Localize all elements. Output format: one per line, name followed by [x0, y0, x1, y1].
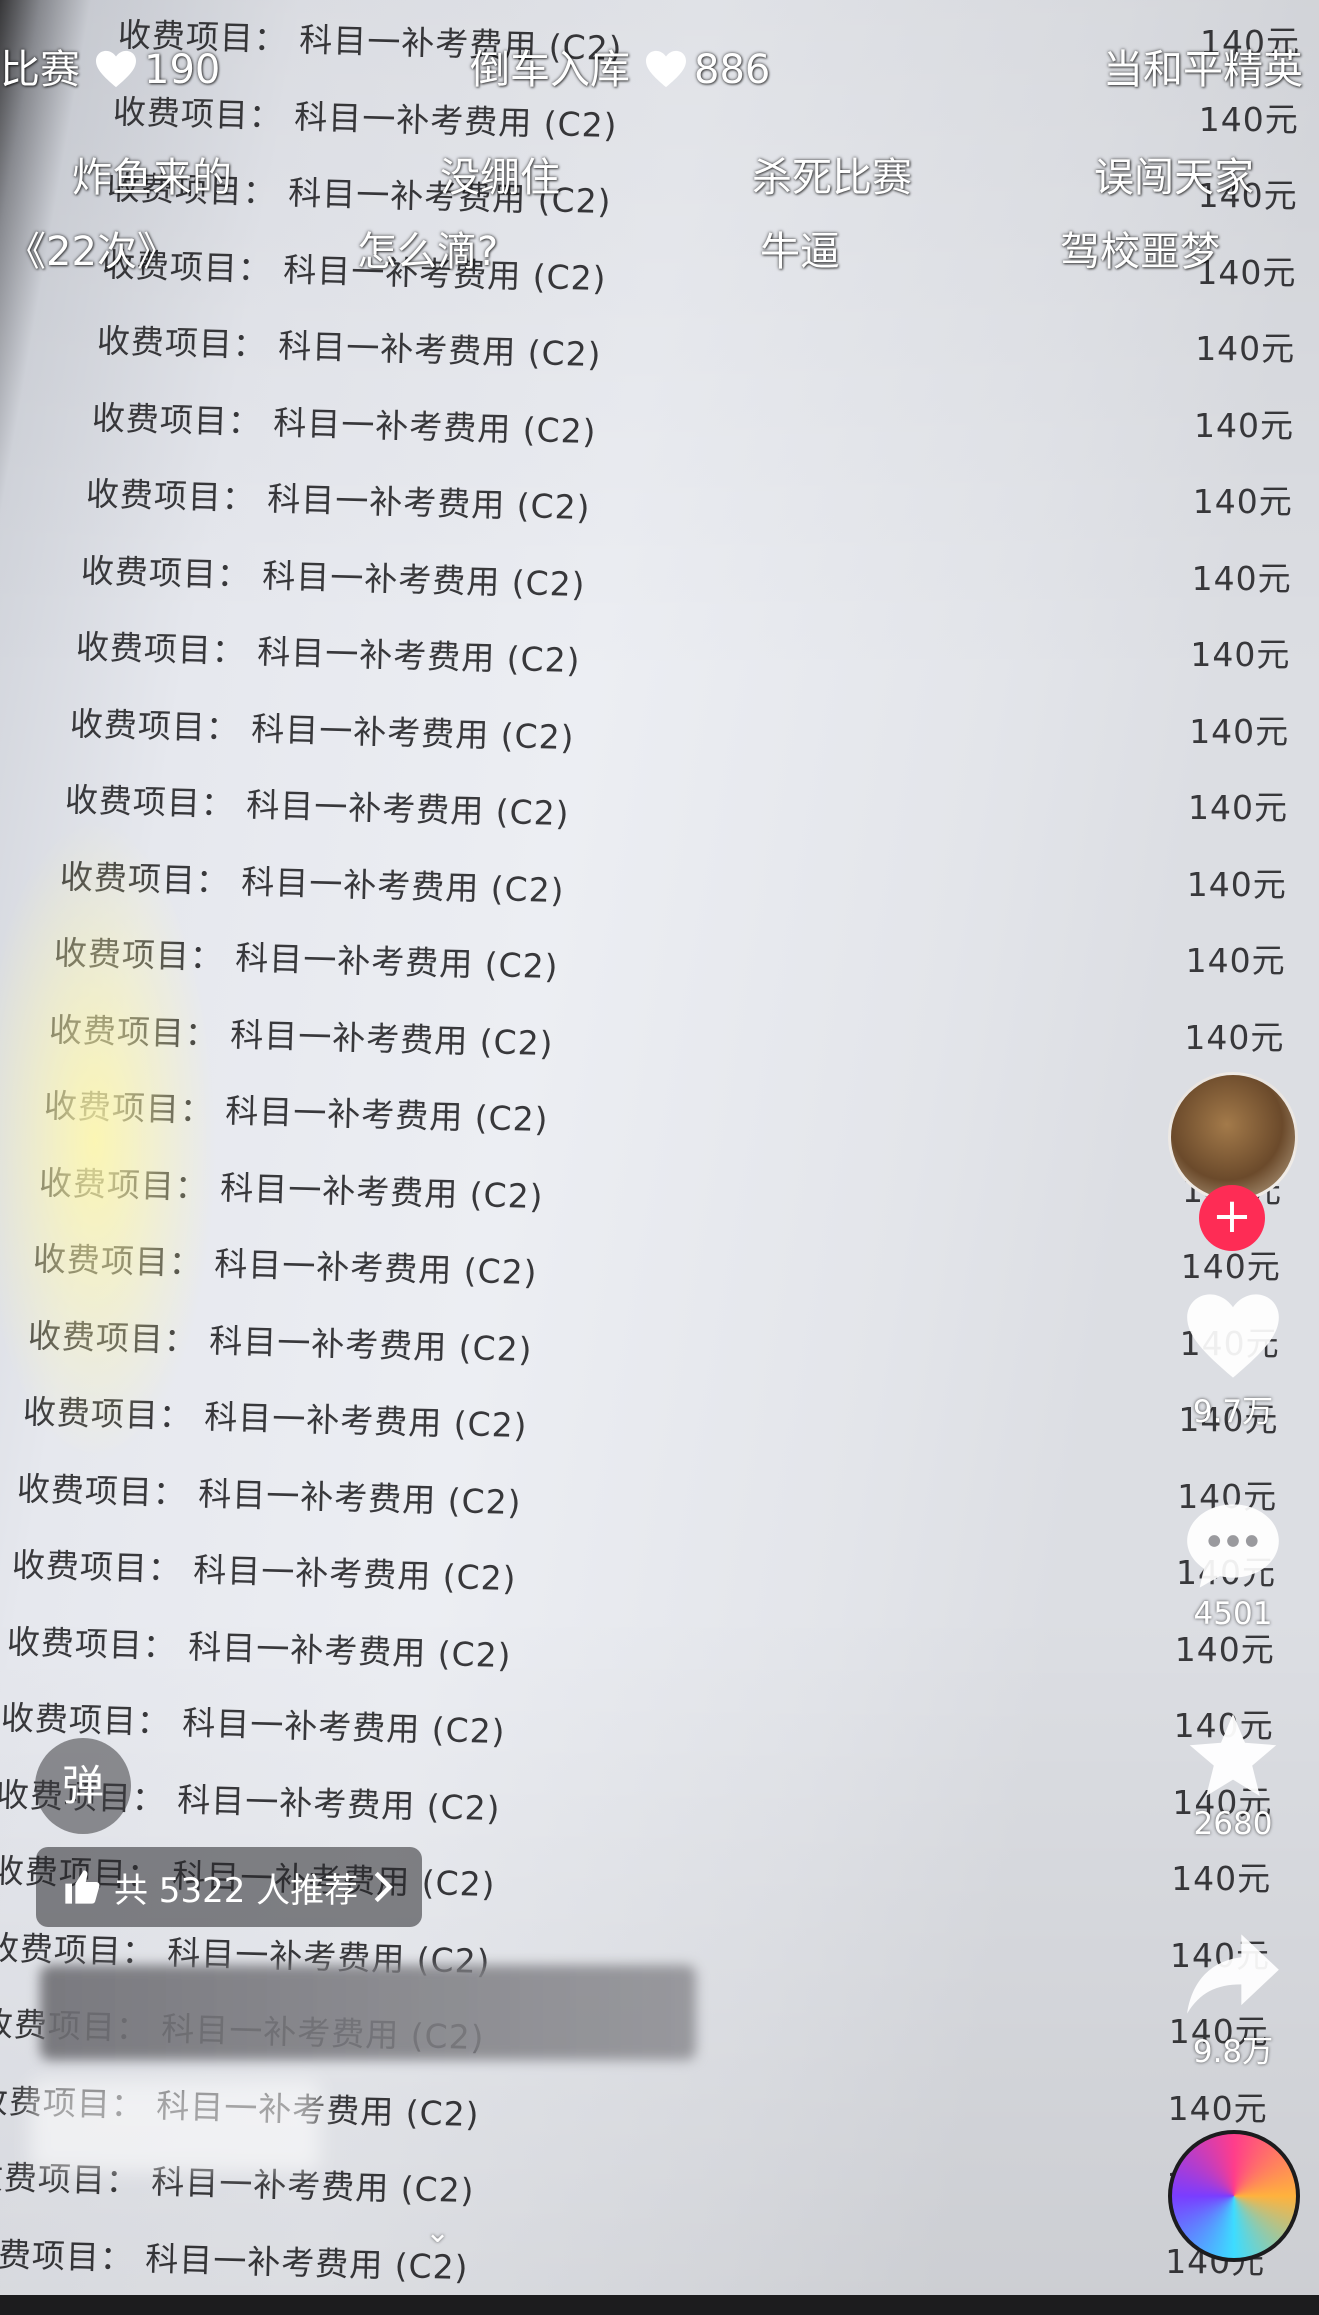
danmaku-comment: 当和平精英: [1103, 47, 1303, 93]
danmaku-comment: 炸鱼来的: [72, 155, 232, 201]
danmaku-comment: 倒车入库 886: [470, 46, 770, 94]
receipt-item-label: 收费项目： 科目一补考费用 (C2): [27, 1315, 533, 1369]
receipt-item-label: 收费项目： 科目一补考费用 (C2): [53, 933, 560, 987]
comment-count: 4501: [1193, 1596, 1273, 1632]
danmaku-comment: 比赛 190: [0, 46, 220, 94]
receipt-item-label: 收费项目： 科目一补考费用 (C2): [16, 1468, 523, 1522]
author-avatar[interactable]: [1168, 1072, 1298, 1202]
share-button[interactable]: 9.8万: [1168, 1930, 1298, 2071]
receipt-row: 收费项目： 科目一补考费用 (C2) 140元: [0, 467, 1319, 527]
progress-track[interactable]: [0, 2295, 1319, 2315]
follow-button[interactable]: +: [1199, 1185, 1265, 1251]
recommend-text: 共 5322 人推荐: [114, 1870, 359, 1911]
share-count: 9.8万: [1192, 2034, 1274, 2070]
receipt-item-label: 收费项目： 科目一补考费用 (C2): [43, 1086, 549, 1140]
receipt-item-amount: 140元: [1171, 1859, 1272, 1898]
share-icon: [1187, 1934, 1279, 2014]
recommend-bar[interactable]: 共 5322 人推荐: [36, 1847, 423, 1927]
receipt-item-amount: 140元: [1185, 941, 1286, 980]
receipt-item-label: 收费项目： 科目一补考费用 (C2): [101, 244, 608, 298]
thumbs-up-icon: [65, 1870, 100, 1904]
danmaku-comment: 误闯天家: [1094, 155, 1254, 201]
favorite-count: 2680: [1193, 1806, 1273, 1842]
receipt-row: 收费项目： 科目一补考费用 (C2) 140元: [0, 620, 1319, 680]
chevron-down-icon[interactable]: ⌄: [425, 2215, 450, 2250]
receipt-item-amount: 140元: [1167, 2088, 1268, 2128]
danmaku-comment: 《22次》: [6, 229, 177, 275]
receipt-row: 收费项目： 科目一补考费用 (C2) 140元: [0, 773, 1319, 833]
danmaku-comment: 没绷住: [440, 155, 560, 201]
receipt-item-amount: 140元: [1188, 788, 1288, 827]
receipt-row: 收费项目： 科目一补考费用 (C2) 140元: [0, 850, 1319, 910]
danmaku-comment: 杀死比赛: [752, 155, 912, 201]
receipt-row: 收费项目： 科目一补考费用 (C2)140元: [0, 1309, 1319, 1369]
receipt-item-label: 收费项目： 科目一补考费用 (C2): [74, 627, 581, 681]
receipt-row: 收费项目： 科目一补考费用 (C2)140元: [0, 1156, 1319, 1216]
receipt-item-amount: 140元: [1191, 558, 1292, 598]
danmaku-like-count: 190: [144, 47, 221, 93]
receipt-item-amount: 140元: [1194, 405, 1294, 445]
like-button[interactable]: 9.7万: [1168, 1290, 1298, 1431]
receipt-item-label: 收费项目： 科目一补考费用 (C2): [37, 1162, 544, 1216]
receipt-row: 收费项目： 科目一补考费用 (C2) 140元: [0, 391, 1319, 451]
danmaku-text: 比赛: [0, 47, 80, 93]
receipt-item-label: 收费项目： 科目一补考费用 (C2): [32, 1239, 539, 1293]
favorite-button[interactable]: 2680: [1168, 1710, 1298, 1842]
receipt-item-label: 收费项目： 科目一补考费用 (C2): [59, 856, 565, 910]
chevron-right-icon: [374, 1871, 394, 1903]
receipt-item-label: 收费项目： 科目一补考费用 (C2): [85, 474, 592, 528]
music-disc[interactable]: [1168, 2130, 1300, 2262]
heart-icon: [646, 50, 686, 88]
receipt-item-label: 收费项目： 科目一补考费用 (C2): [11, 1545, 518, 1599]
receipt-item-label: 收费项目： 科目一补考费用 (C2): [64, 780, 571, 834]
receipt-row: 收费项目： 科目一补考费用 (C2)140元: [0, 1691, 1319, 1751]
video-frame[interactable]: 收费项目： 科目一补考费用 (C2) 140元 收费项目： 科目一补考费用 (C2)…: [0, 0, 1319, 2295]
receipt-row: 收费项目： 科目一补考费用 (C2)140元: [0, 1462, 1319, 1522]
receipt-item-label: 收费项目： 科目一补考费用 (C2): [90, 397, 597, 451]
like-count: 9.7万: [1192, 1394, 1274, 1430]
receipt-item-label: 收费项目： 科目一补考费用 (C2): [80, 550, 586, 604]
receipt-row: 收费项目： 科目一补考费用 (C2)140元: [0, 1615, 1319, 1675]
receipt-item-amount: 140元: [1190, 635, 1291, 674]
danmaku-comment: 驾校噩梦: [1060, 229, 1220, 275]
danmaku-comment: 怎么滴?: [357, 229, 499, 275]
danmaku-text: 倒车入库: [470, 47, 630, 93]
receipt-item-amount: 140元: [1192, 482, 1293, 521]
receipt-row: 收费项目： 科目一补考费用 (C2) 140元: [0, 314, 1319, 374]
receipt-row: 收费项目： 科目一补考费用 (C2)140元: [0, 1232, 1319, 1292]
heart-icon: [1187, 1294, 1279, 1378]
video-description[interactable]: [30, 2080, 320, 2172]
receipt-item-amount: 140元: [1189, 711, 1290, 751]
receipt-item-amount: 140元: [1186, 864, 1287, 904]
receipt-item-amount: 140元: [1195, 329, 1296, 368]
star-icon: [1189, 1714, 1277, 1796]
heart-icon: [96, 50, 136, 88]
plus-icon: +: [1211, 1188, 1253, 1244]
receipt-item-label: 收费项目： 科目一补考费用 (C2): [96, 321, 602, 375]
receipt-item-amount: 140元: [1198, 99, 1299, 139]
receipt-row: 收费项目： 科目一补考费用 (C2)140元: [0, 1538, 1319, 1598]
comment-button[interactable]: 4501: [1168, 1500, 1298, 1632]
receipt-row: 收费项目： 科目一补考费用 (C2)140元: [0, 1921, 1319, 1981]
caption-bar[interactable]: [40, 1965, 696, 2060]
receipt-row: 收费项目： 科目一补考费用 (C2)140元: [0, 1768, 1319, 1828]
receipt-item-label: 收费项目： 科目一补考费用 (C2): [0, 2233, 470, 2287]
receipt-item-amount: 140元: [1184, 1017, 1285, 1057]
comment-icon: [1187, 1504, 1279, 1588]
receipt-row: 收费项目： 科目一补考费用 (C2)140元: [0, 1385, 1319, 1445]
receipt-item-label: 收费项目： 科目一补考费用 (C2): [69, 703, 576, 757]
receipt-row: 收费项目： 科目一补考费用 (C2)140元: [0, 1079, 1319, 1139]
danmaku-comment: 牛逼: [760, 229, 840, 275]
receipt-item-label: 收费项目： 科目一补考费用 (C2): [21, 1392, 528, 1446]
receipt-row: 收费项目： 科目一补考费用 (C2) 140元: [0, 697, 1319, 757]
receipt-row: 收费项目： 科目一补考费用 (C2) 140元: [0, 926, 1319, 986]
receipt-row: 收费项目： 科目一补考费用 (C2) 140元: [0, 1003, 1319, 1063]
receipt-row: 收费项目： 科目一补考费用 (C2)140元: [0, 2227, 1319, 2287]
receipt-item-label: 收费项目： 科目一补考费用 (C2): [48, 1009, 555, 1063]
receipt-row: 收费项目： 科目一补考费用 (C2) 140元: [0, 544, 1319, 604]
receipt-item-label: 收费项目： 科目一补考费用 (C2): [6, 1621, 512, 1675]
danmaku-like-count: 886: [694, 47, 771, 93]
danmaku-toggle-button[interactable]: 弹: [35, 1738, 131, 1834]
